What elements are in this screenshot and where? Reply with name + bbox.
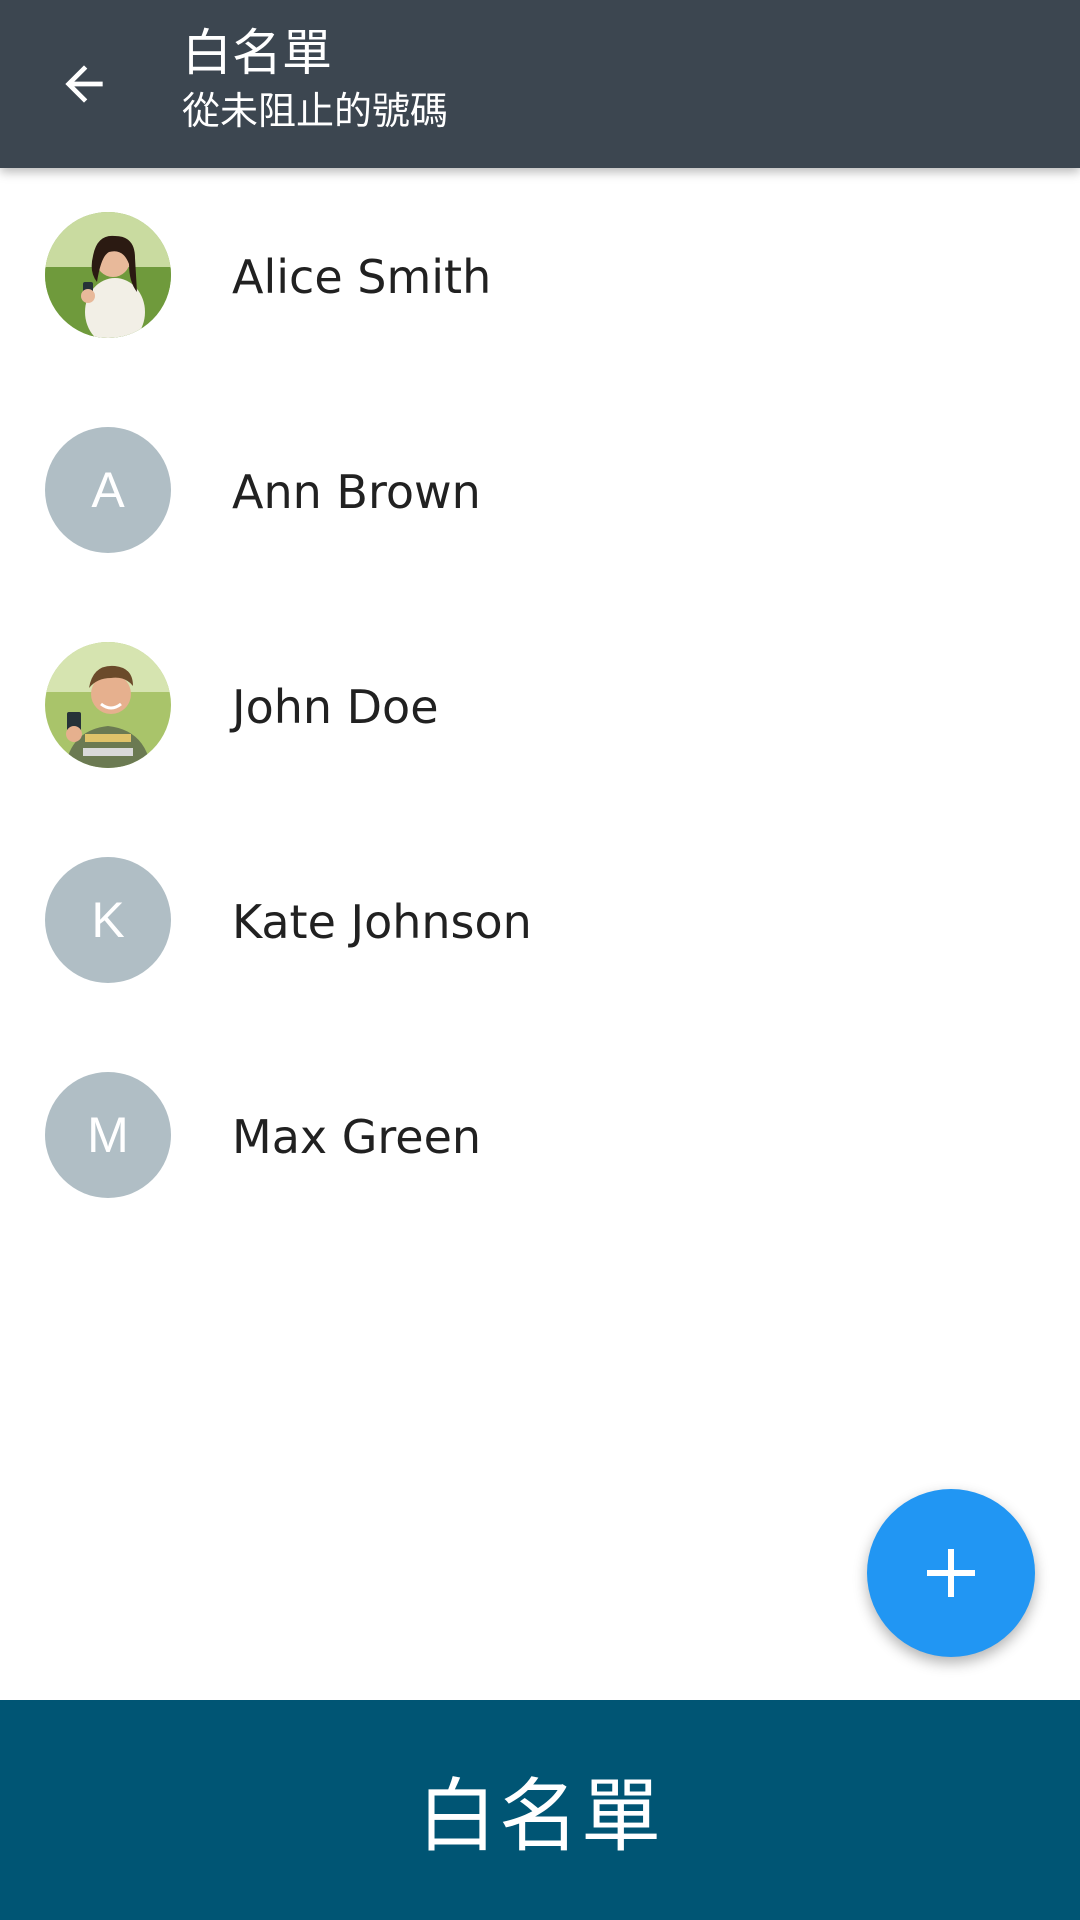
- person-photo-icon: [45, 212, 171, 338]
- contact-row-ann-brown[interactable]: A Ann Brown: [0, 383, 1080, 598]
- arrow-back-icon: [65, 65, 103, 103]
- app-bar: 白名單 從未阻止的號碼: [0, 0, 1080, 168]
- page-title: 白名單: [182, 24, 332, 82]
- back-button[interactable]: [34, 34, 134, 134]
- contact-name: Alice Smith: [232, 250, 492, 304]
- avatar: M: [45, 1072, 171, 1198]
- contact-name: John Doe: [232, 680, 439, 734]
- avatar-letter: M: [87, 1107, 129, 1163]
- app-bar-titles: 白名單 從未阻止的號碼: [182, 20, 448, 136]
- add-contact-button[interactable]: [867, 1489, 1035, 1657]
- contact-row-alice-smith[interactable]: Alice Smith: [0, 168, 1080, 383]
- plus-icon: [927, 1549, 975, 1597]
- avatar: A: [45, 427, 171, 553]
- avatar: [45, 642, 171, 768]
- avatar-letter: K: [91, 892, 125, 948]
- whitelist-screen: 白名單 從未阻止的號碼 Alice Smith A Ann Brown John…: [0, 0, 1080, 1920]
- contact-list: Alice Smith A Ann Brown John Doe K Kate …: [0, 168, 1080, 1243]
- bottom-banner: 白名單: [0, 1700, 1080, 1920]
- page-subtitle: 從未阻止的號碼: [182, 89, 449, 133]
- contact-row-john-doe[interactable]: John Doe: [0, 598, 1080, 813]
- contact-row-kate-johnson[interactable]: K Kate Johnson: [0, 813, 1080, 1028]
- avatar: K: [45, 857, 171, 983]
- contact-name: Max Green: [232, 1110, 482, 1164]
- avatar-letter: A: [91, 462, 125, 518]
- person-photo-icon: [45, 642, 171, 768]
- bottom-banner-label: 白名單: [417, 1770, 663, 1863]
- contact-name: Ann Brown: [232, 465, 481, 519]
- contact-name: Kate Johnson: [232, 895, 532, 949]
- contact-row-max-green[interactable]: M Max Green: [0, 1028, 1080, 1243]
- avatar: [45, 212, 171, 338]
